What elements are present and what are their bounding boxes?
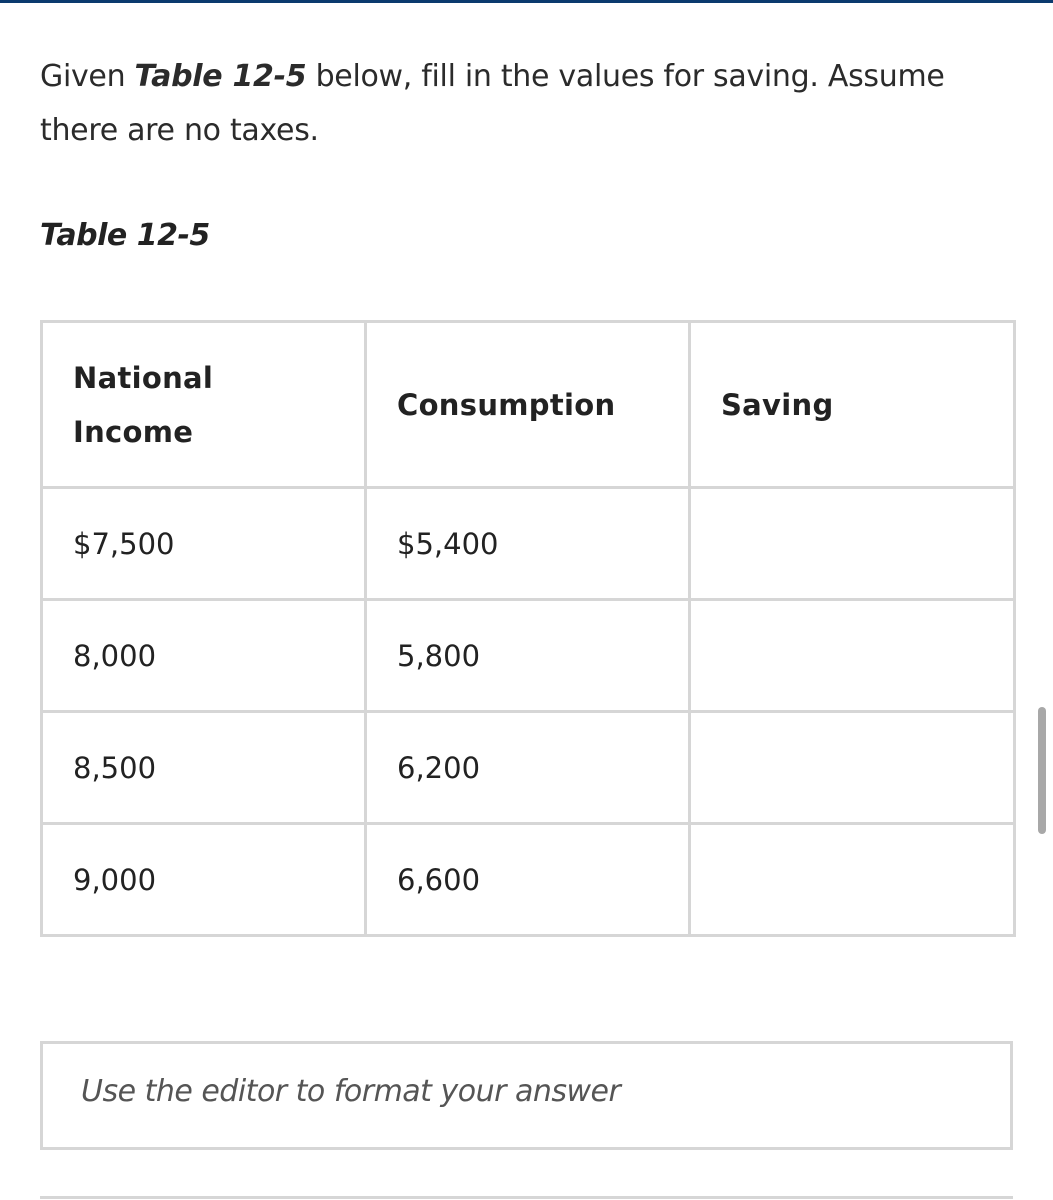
table-row: 9,000 6,600 <box>40 822 1016 937</box>
cell-consumption: 5,800 <box>364 598 691 713</box>
cell-saving <box>688 598 1016 713</box>
cell-saving <box>688 486 1016 601</box>
divider <box>40 1196 1013 1199</box>
cell-consumption: 6,600 <box>364 822 691 937</box>
table-row: 8,500 6,200 <box>40 710 1016 825</box>
top-accent-bar <box>0 0 1053 3</box>
header-consumption: Consumption <box>364 320 691 489</box>
scrollbar-thumb[interactable] <box>1038 707 1046 834</box>
cell-national-income: 8,500 <box>40 710 367 825</box>
answer-editor-placeholder: Use the editor to format your answer <box>81 1074 621 1109</box>
table-row: $7,500 $5,400 <box>40 486 1016 601</box>
cell-saving <box>688 710 1016 825</box>
header-national-income: National Income <box>40 320 367 489</box>
cell-saving <box>688 822 1016 937</box>
income-consumption-table: National Income Consumption Saving $7,50… <box>40 320 1016 937</box>
question-text: Given Table 12-5 below, fill in the valu… <box>40 50 1020 158</box>
header-saving: Saving <box>688 320 1016 489</box>
header-national-income-label: National Income <box>73 360 214 449</box>
table-row: 8,000 5,800 <box>40 598 1016 713</box>
answer-editor[interactable]: Use the editor to format your answer <box>40 1041 1013 1150</box>
cell-consumption: $5,400 <box>364 486 691 601</box>
cell-consumption: 6,200 <box>364 710 691 825</box>
table-caption: Table 12-5 <box>40 218 210 253</box>
table-header-row: National Income Consumption Saving <box>40 320 1016 489</box>
cell-national-income: 9,000 <box>40 822 367 937</box>
question-table-ref: Table 12-5 <box>134 59 307 94</box>
question-prefix: Given <box>40 59 135 94</box>
cell-national-income: 8,000 <box>40 598 367 713</box>
cell-national-income: $7,500 <box>40 486 367 601</box>
